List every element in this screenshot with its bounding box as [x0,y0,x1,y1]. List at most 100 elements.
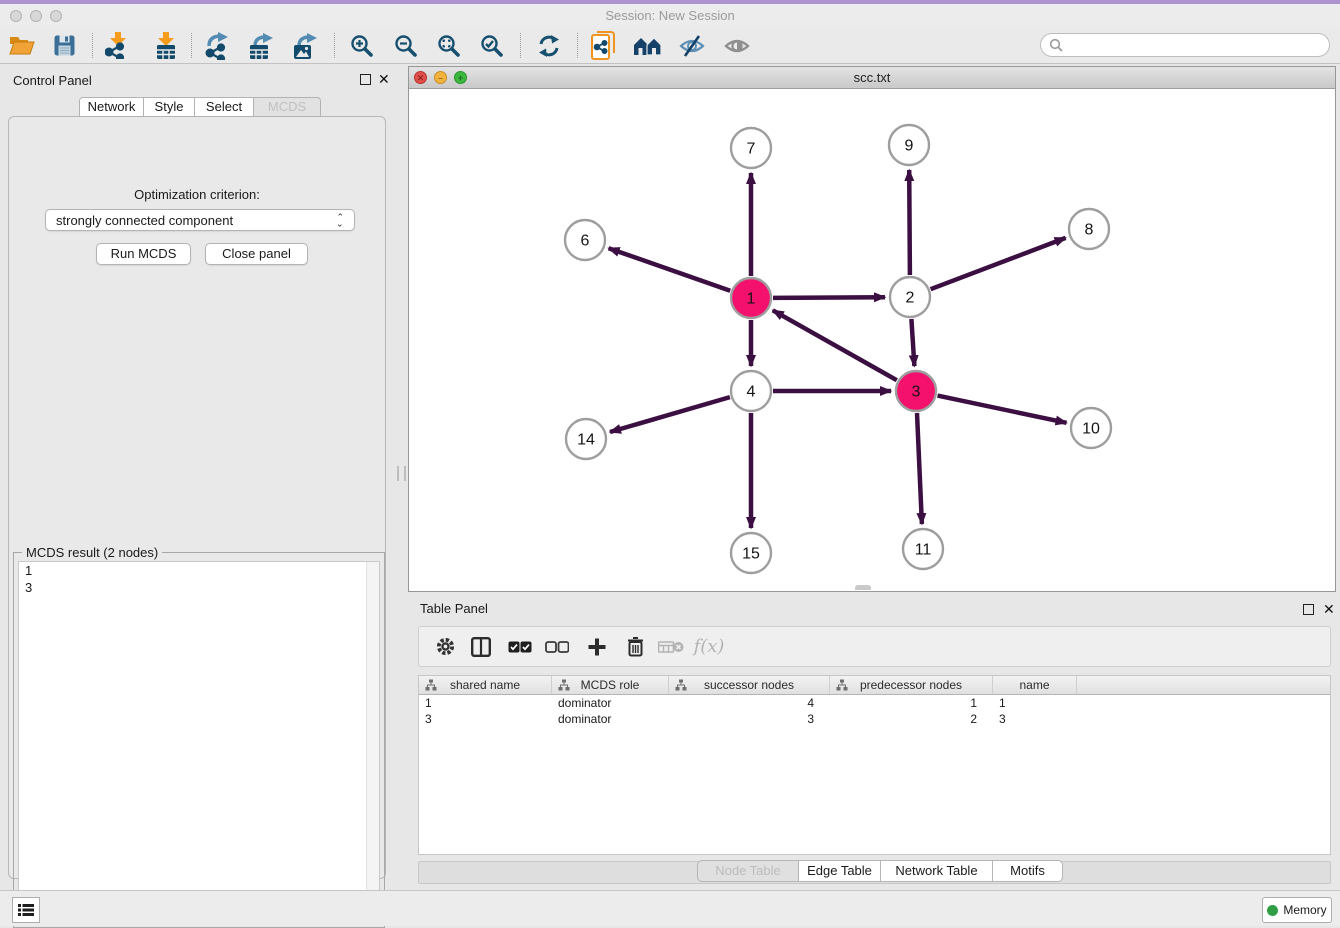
graph-node-label: 6 [581,233,590,250]
task-history-button[interactable] [12,897,40,923]
select-all-icon[interactable] [502,627,538,666]
new-network-from-selection-icon[interactable] [585,28,623,63]
search-icon [1049,38,1063,52]
graph-edge-1-6[interactable] [609,248,731,291]
add-column-icon[interactable] [579,627,615,666]
column-header-successor-nodes[interactable]: successor nodes [669,676,830,694]
close-button[interactable] [10,10,22,22]
open-session-icon[interactable] [3,28,41,63]
delete-column-icon[interactable] [617,627,653,666]
export-image-icon[interactable] [287,28,325,63]
network-maximize-button[interactable]: + [454,71,467,84]
table-tabs: Node Table Edge Table Network Table Moti… [697,860,1063,882]
tab-node-table[interactable]: Node Table [697,860,799,882]
control-panel-header: Control Panel ✕ [0,66,394,94]
close-panel-button[interactable]: Close panel [205,243,308,265]
network-window-titlebar[interactable]: ✕ – + scc.txt [409,67,1335,89]
graph-edge-2-8[interactable] [931,238,1066,289]
column-header-name[interactable]: name [993,676,1077,694]
graph-node-label: 14 [577,432,595,449]
import-network-icon[interactable] [99,28,137,63]
export-network-icon[interactable] [199,28,237,63]
table-settings-icon[interactable] [427,627,463,666]
zoom-fit-icon[interactable] [430,28,468,63]
network-close-button[interactable]: ✕ [414,71,427,84]
window-resize-grip[interactable] [855,585,871,590]
tab-network-table[interactable]: Network Table [881,860,993,882]
main-toolbar [0,28,1340,64]
delete-table-icon[interactable] [653,627,689,666]
toolbar-separator [92,33,93,58]
tab-motifs[interactable]: Motifs [993,860,1063,882]
toggle-panes-icon[interactable] [463,627,499,666]
toolbar-separator [577,33,578,58]
close-panel-icon[interactable]: ✕ [378,74,389,85]
column-header-shared-name[interactable]: shared name [419,676,552,694]
zoom-in-icon[interactable] [343,28,381,63]
tab-edge-table[interactable]: Edge Table [799,860,881,882]
node-table: shared name MCDS role successor nodes pr… [418,675,1331,855]
fx-label: f(x) [694,636,725,657]
save-session-icon[interactable] [45,28,83,63]
minimize-button[interactable] [30,10,42,22]
graph-node-label: 4 [747,384,756,401]
zoom-out-icon[interactable] [387,28,425,63]
graph-node-label: 9 [905,138,914,155]
network-minimize-button[interactable]: – [434,71,447,84]
tab-mcds[interactable]: MCDS [254,97,321,117]
float-panel-icon[interactable] [360,74,371,85]
deselect-all-icon[interactable] [539,627,575,666]
panel-splitter[interactable] [397,466,406,481]
optimization-criterion-label: Optimization criterion: [9,187,385,202]
column-header-mcds-role[interactable]: MCDS role [552,676,669,694]
hide-selection-icon[interactable] [673,28,711,63]
mcds-result-item: 3 [19,579,379,596]
tab-select[interactable]: Select [195,97,254,117]
graph-edge-3-11[interactable] [917,413,922,524]
refresh-view-icon[interactable] [530,28,568,63]
zoom-selected-icon[interactable] [473,28,511,63]
import-table-icon[interactable] [147,28,185,63]
graph-node-label: 2 [906,290,915,307]
column-type-icon [425,679,437,691]
run-mcds-button[interactable]: Run MCDS [96,243,191,265]
mcds-result-group: MCDS result (2 nodes) 1 3 [13,552,385,928]
chevron-up-down-icon: ⌃⌃ [336,214,344,226]
graph-edge-2-9[interactable] [909,170,910,275]
function-builder-icon[interactable]: f(x) [691,627,727,666]
result-scrollbar[interactable] [366,562,379,921]
table-row[interactable]: 1 dominator 4 1 1 [419,695,1330,711]
criterion-dropdown[interactable]: strongly connected component ⌃⌃ [45,209,355,231]
zoom-window-button[interactable] [50,10,62,22]
close-table-panel-icon[interactable]: ✕ [1323,604,1334,615]
network-window-title: scc.txt [409,67,1335,88]
status-bar: Memory [0,890,1340,926]
memory-button[interactable]: Memory [1262,897,1332,923]
table-row[interactable]: 3 dominator 3 2 3 [419,711,1330,727]
first-neighbors-icon[interactable] [629,28,667,63]
graph-edge-2-3[interactable] [911,319,914,366]
graph-edge-4-14[interactable] [610,397,730,432]
search-input[interactable] [1063,35,1329,55]
graph-edge-1-2[interactable] [773,297,885,298]
graph-edge-3-1[interactable] [773,310,897,380]
graph-node-label: 1 [747,291,756,308]
graph-node-label: 10 [1082,421,1100,438]
table-panel-header: Table Panel ✕ [408,594,1340,622]
memory-status-icon [1267,905,1278,916]
float-table-panel-icon[interactable] [1303,604,1314,615]
toolbar-separator [191,33,192,58]
mcds-panel: Optimization criterion: strongly connect… [8,116,386,879]
column-header-predecessor-nodes[interactable]: predecessor nodes [830,676,993,694]
show-graphics-details-icon[interactable] [718,28,756,63]
graph-node-label: 7 [747,141,756,158]
export-table-icon[interactable] [243,28,281,63]
tab-style[interactable]: Style [144,97,195,117]
tab-network[interactable]: Network [79,97,144,117]
network-graph-canvas[interactable]: 7968124314101511 [409,89,1335,591]
graph-node-label: 3 [912,384,921,401]
graph-node-label: 11 [915,542,932,559]
graph-edge-3-10[interactable] [938,396,1067,423]
mcds-result-list[interactable]: 1 3 [18,561,380,922]
table-tab-strip: Node Table Edge Table Network Table Moti… [418,861,1331,884]
